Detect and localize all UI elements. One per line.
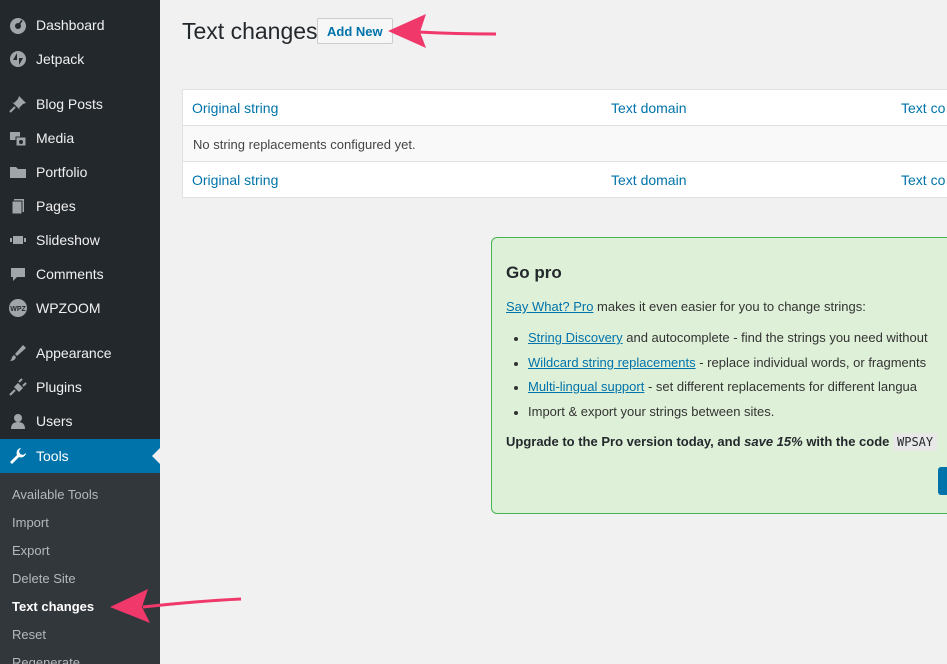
upgrade-button[interactable] xyxy=(938,467,947,495)
intro-text: makes it even easier for you to change s… xyxy=(593,299,866,314)
say-what-pro-link[interactable]: Say What? Pro xyxy=(506,299,593,314)
sidebar-item-label: Pages xyxy=(36,198,76,214)
string-replacements-table: Original string Text domain Text co No s… xyxy=(182,89,947,198)
submenu-regenerate[interactable]: Regenerate xyxy=(12,655,80,664)
submenu-export[interactable]: Export xyxy=(12,543,50,558)
table-row: No string replacements configured yet. xyxy=(183,126,947,162)
sidebar-item-label: Users xyxy=(36,413,73,429)
pin-icon xyxy=(8,94,28,114)
feature-text: Import & export your strings between sit… xyxy=(528,403,775,419)
svg-text:WPZ: WPZ xyxy=(10,306,26,313)
submenu-available-tools[interactable]: Available Tools xyxy=(12,487,98,502)
sidebar-item-label: Blog Posts xyxy=(36,96,103,112)
sidebar-item-appearance[interactable]: Appearance xyxy=(0,336,160,370)
list-item: String Discovery and autocomplete - find… xyxy=(514,330,928,355)
sidebar-item-tools[interactable]: Tools xyxy=(0,439,160,473)
feature-text: - set different replacements for differe… xyxy=(644,379,918,395)
go-pro-title: Go pro xyxy=(506,263,562,282)
folder-icon xyxy=(8,162,28,182)
brush-icon xyxy=(8,343,28,363)
sidebar-item-label: Appearance xyxy=(36,345,112,361)
submenu-import[interactable]: Import xyxy=(12,515,49,530)
annotation-arrow-icon xyxy=(388,14,497,48)
string-discovery-link[interactable]: String Discovery xyxy=(528,330,623,345)
sidebar-item-pages[interactable]: Pages xyxy=(0,189,160,223)
empty-message: No string replacements configured yet. xyxy=(193,137,416,152)
sidebar-item-label: Comments xyxy=(36,266,104,282)
tools-submenu: Available Tools Import Export Delete Sit… xyxy=(0,473,160,664)
column-text-domain[interactable]: Text domain xyxy=(611,172,686,188)
sidebar-item-label: Portfolio xyxy=(36,164,88,180)
jetpack-icon xyxy=(8,49,28,69)
sidebar-item-wpzoom[interactable]: WPZ WPZOOM xyxy=(0,291,160,325)
go-pro-notice: Go pro Say What? Pro makes it even easie… xyxy=(491,237,947,514)
sidebar-item-label: Plugins xyxy=(36,379,82,395)
go-pro-intro: Say What? Pro makes it even easier for y… xyxy=(506,299,866,314)
user-icon xyxy=(8,411,28,431)
add-new-button[interactable]: Add New xyxy=(317,18,393,44)
sidebar-item-slideshow[interactable]: Slideshow xyxy=(0,223,160,257)
submenu-reset[interactable]: Reset xyxy=(12,627,46,642)
wildcard-replacements-link[interactable]: Wildcard string replacements xyxy=(528,355,696,370)
sidebar-item-portfolio[interactable]: Portfolio xyxy=(0,155,160,189)
column-text-context[interactable]: Text co xyxy=(901,172,945,188)
sidebar-item-jetpack[interactable]: Jetpack xyxy=(0,42,160,76)
wrench-icon xyxy=(8,446,28,466)
comment-icon xyxy=(8,264,28,284)
sidebar-item-label: Tools xyxy=(36,448,69,464)
sidebar-item-media[interactable]: Media xyxy=(0,121,160,155)
feature-text: and autocomplete - find the strings you … xyxy=(622,330,928,345)
pro-feature-list: String Discovery and autocomplete - find… xyxy=(514,330,928,428)
sidebar-item-label: Dashboard xyxy=(36,17,105,33)
table-header-row: Original string Text domain Text co xyxy=(183,90,947,126)
active-indicator xyxy=(152,448,160,464)
sidebar-item-label: WPZOOM xyxy=(36,300,101,316)
sidebar-item-comments[interactable]: Comments xyxy=(0,257,160,291)
submenu-text-changes[interactable]: Text changes xyxy=(12,599,94,614)
coupon-code: WPSAY xyxy=(893,433,938,451)
list-item: Import & export your strings between sit… xyxy=(514,404,928,429)
discount-text: save 15% xyxy=(744,434,803,449)
column-text-domain[interactable]: Text domain xyxy=(611,100,686,116)
list-item: Wildcard string replacements - replace i… xyxy=(514,355,928,380)
sidebar-item-plugins[interactable]: Plugins xyxy=(0,370,160,404)
list-item: Multi-lingual support - set different re… xyxy=(514,379,928,404)
sidebar-item-blog-posts[interactable]: Blog Posts xyxy=(0,87,160,121)
column-original-string[interactable]: Original string xyxy=(192,172,278,188)
table-footer-row: Original string Text domain Text co xyxy=(183,162,947,198)
column-text-context[interactable]: Text co xyxy=(901,100,945,116)
sidebar-item-label: Slideshow xyxy=(36,232,100,248)
sidebar-item-label: Media xyxy=(36,130,75,146)
media-icon xyxy=(8,128,28,148)
upgrade-text: Upgrade to the Pro version today, and xyxy=(506,434,745,449)
pages-icon xyxy=(8,196,28,216)
upgrade-text: with the code xyxy=(802,434,893,449)
upgrade-message: Upgrade to the Pro version today, and sa… xyxy=(506,433,938,451)
feature-text: - replace individual words, or fragments xyxy=(695,354,927,370)
admin-sidebar: Dashboard Jetpack Blog Posts Media Portf… xyxy=(0,0,160,664)
column-original-string[interactable]: Original string xyxy=(192,100,278,116)
slideshow-icon xyxy=(8,230,28,250)
submenu-delete-site[interactable]: Delete Site xyxy=(12,571,76,586)
dashboard-icon xyxy=(8,15,28,35)
page-title: Text changes xyxy=(182,18,318,44)
plugin-icon xyxy=(8,377,28,397)
annotation-arrow-icon xyxy=(110,589,242,623)
wpzoom-icon: WPZ xyxy=(8,298,28,318)
sidebar-item-dashboard[interactable]: Dashboard xyxy=(0,8,160,42)
multilingual-support-link[interactable]: Multi-lingual support xyxy=(528,379,644,394)
sidebar-item-users[interactable]: Users xyxy=(0,404,160,438)
sidebar-item-label: Jetpack xyxy=(36,51,85,67)
